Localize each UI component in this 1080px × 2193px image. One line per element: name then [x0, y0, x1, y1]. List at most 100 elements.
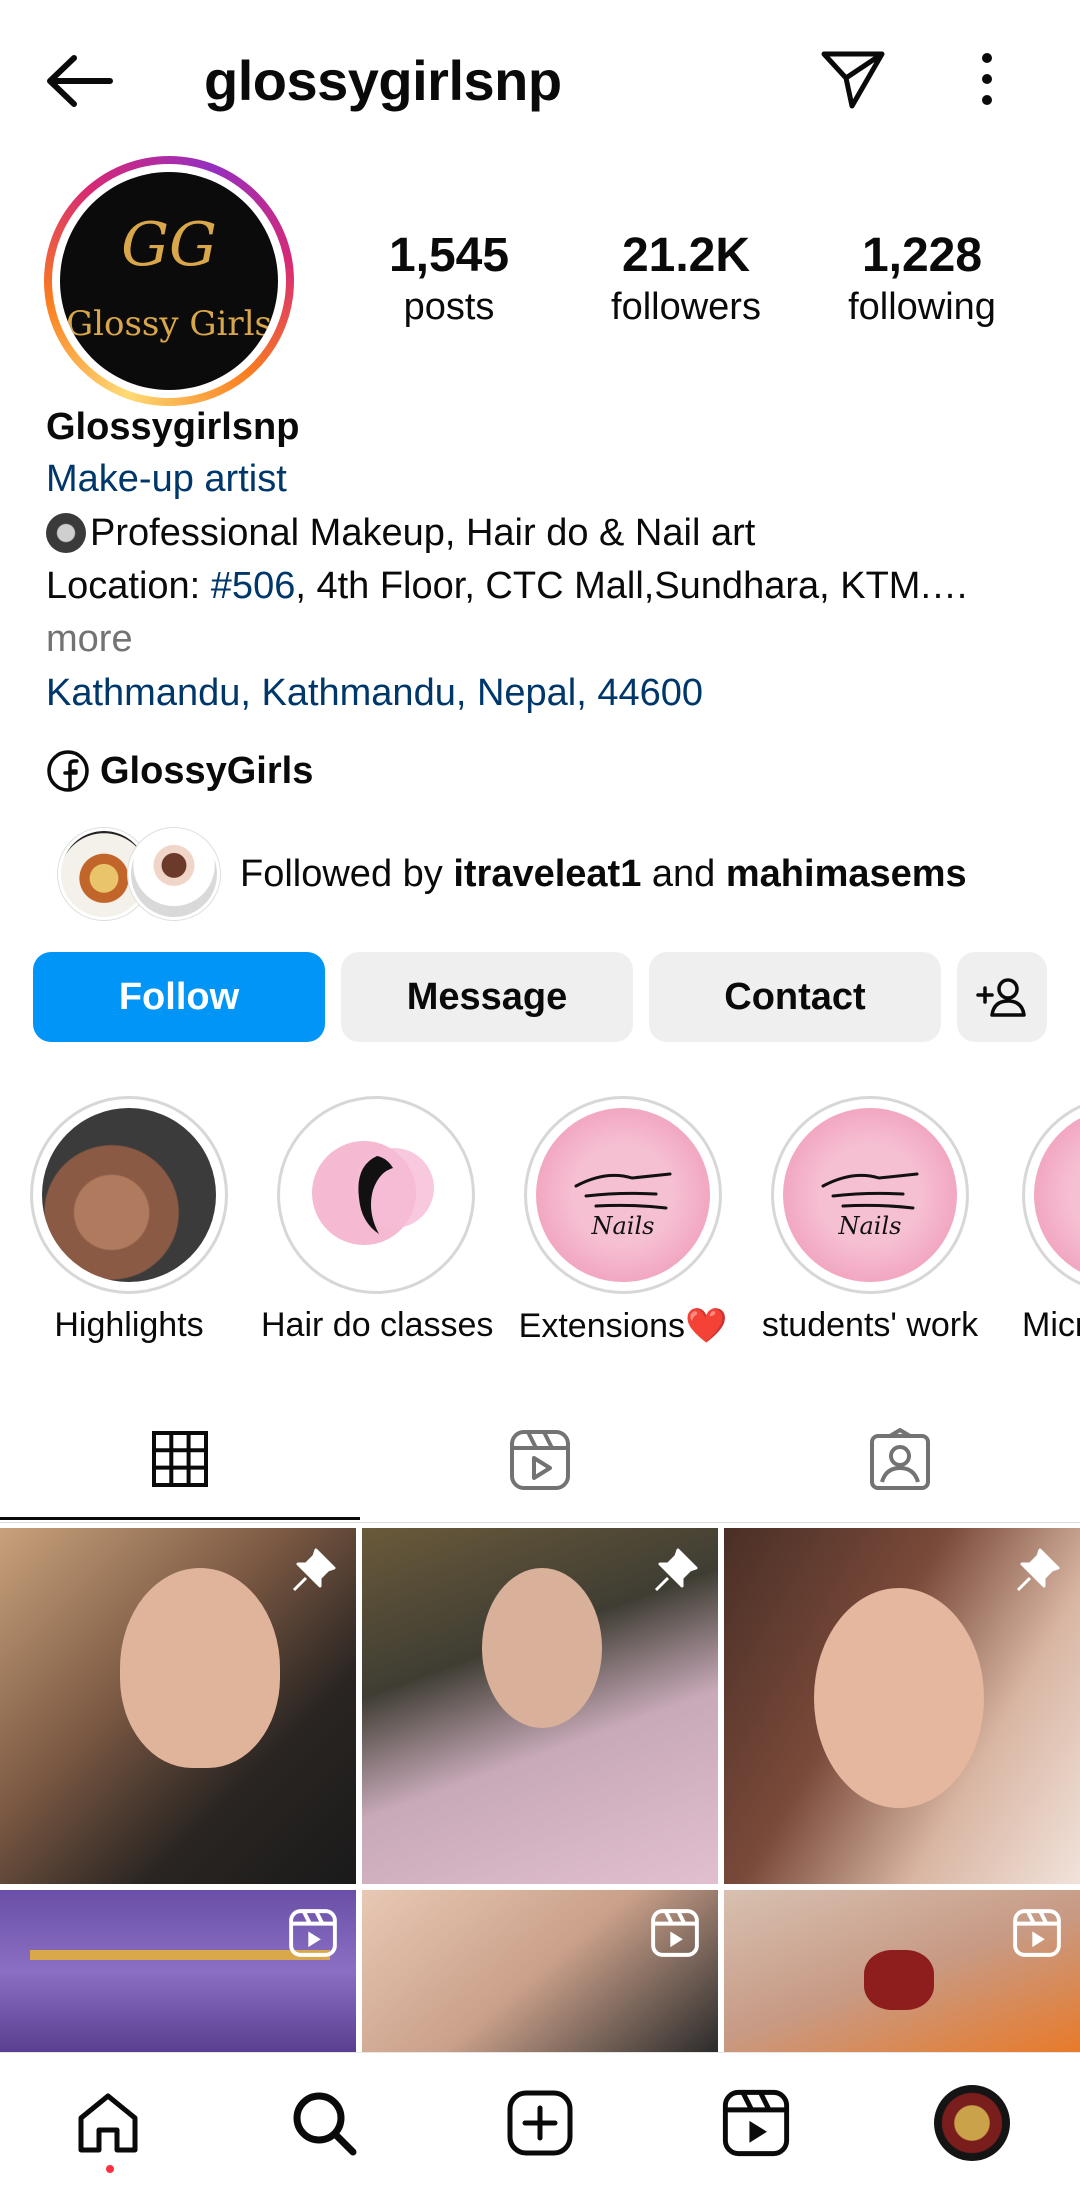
highlight-item[interactable]: Highlights: [14, 1096, 244, 1345]
tab-tagged[interactable]: [720, 1400, 1080, 1520]
post-subject: [120, 1568, 280, 1768]
followers-stat[interactable]: 21.2K followers: [586, 228, 786, 330]
pinned-post-icon: [292, 1548, 336, 1592]
post-subject: [30, 1890, 330, 1960]
message-button[interactable]: Message: [341, 952, 633, 1042]
plus-square-icon: [507, 2090, 573, 2156]
logo-text: Glossy Girls: [65, 304, 273, 344]
highlight-badge-text: Nails: [838, 1212, 902, 1240]
brand-logo: GG Glossy Girls: [60, 172, 278, 390]
tab-reels[interactable]: [360, 1400, 720, 1520]
highlight-item[interactable]: Micr: [1002, 1096, 1080, 1356]
share-profile-button[interactable]: [818, 44, 888, 114]
mutual-follower-2[interactable]: mahimasems: [726, 853, 967, 895]
post-subject: [864, 1950, 934, 2010]
nav-reels[interactable]: [706, 2073, 806, 2173]
logo-monogram: GG: [121, 210, 217, 280]
highlight-label: students' work: [761, 1306, 979, 1344]
highlight-cover: [42, 1108, 216, 1282]
profile-display-name: Glossygirlsnp: [46, 406, 300, 448]
post-thumbnail[interactable]: [362, 1528, 718, 1884]
followed-by-text: Followed by itraveleat1 and mahimasems: [240, 853, 967, 896]
highlight-label: Extensions❤️: [518, 1307, 728, 1345]
more-options-button[interactable]: [962, 44, 1012, 114]
highlight-label: Micr: [1022, 1306, 1080, 1344]
highlight-item[interactable]: Hair do classes: [261, 1096, 494, 1345]
reel-icon: [651, 1909, 699, 1957]
profile-tabs: [0, 1400, 1080, 1523]
suggested-accounts-button[interactable]: [957, 952, 1047, 1042]
post-subject: [482, 1568, 602, 1728]
nav-home[interactable]: [58, 2073, 158, 2173]
add-person-icon: [976, 978, 1026, 1017]
profile-address[interactable]: Kathmandu, Kathmandu, Nepal, 44600: [46, 670, 703, 716]
hair-silhouette-icon: [312, 1141, 434, 1245]
facebook-icon: [47, 750, 89, 792]
facebook-page-name: GlossyGirls: [100, 749, 314, 792]
back-button[interactable]: [40, 46, 120, 116]
followed-by-prefix: Followed by: [240, 852, 454, 895]
location-hashtag[interactable]: #506: [211, 565, 296, 607]
post-thumbnail[interactable]: [0, 1528, 356, 1884]
followers-count: 21.2K: [621, 229, 751, 282]
post-subject: [814, 1588, 984, 1808]
reels-icon: [510, 1430, 570, 1490]
profile-avatar[interactable]: GG Glossy Girls: [44, 156, 294, 406]
location-prefix: Location:: [46, 565, 211, 607]
tagged-person-icon: [870, 1428, 930, 1490]
nav-create[interactable]: [490, 2073, 590, 2173]
bio-more-link[interactable]: more: [46, 616, 133, 662]
tab-posts-grid[interactable]: [0, 1400, 360, 1520]
nails-hand-icon: [821, 1172, 919, 1210]
nails-hand-icon: [574, 1172, 672, 1210]
follow-button[interactable]: Follow: [33, 952, 325, 1042]
pinned-post-icon: [654, 1548, 698, 1592]
highlight-cover: Nails: [783, 1108, 957, 1282]
followed-by-and: and: [641, 852, 726, 895]
post-thumbnail[interactable]: [724, 1528, 1080, 1884]
contact-button[interactable]: Contact: [649, 952, 941, 1042]
mutual-follower-1[interactable]: itraveleat1: [453, 853, 641, 895]
posts-count: 1,545: [388, 229, 510, 282]
pinned-post-icon: [1016, 1548, 1060, 1592]
location-rest: , 4th Floor, CTC Mall,Sundhara, KTM.…: [295, 565, 970, 607]
reels-icon: [722, 2089, 790, 2157]
highlight-item[interactable]: Nails Extensions❤️: [508, 1096, 738, 1346]
reel-thumbnail[interactable]: [362, 1890, 718, 2052]
highlight-cover: [289, 1108, 463, 1282]
grid-icon: [152, 1430, 208, 1487]
notification-dot: [106, 2165, 114, 2173]
paper-plane-icon: [821, 51, 885, 109]
facebook-link[interactable]: GlossyGirls: [46, 746, 313, 796]
following-label: following: [848, 286, 996, 328]
radio-button-emoji-icon: [46, 513, 86, 553]
highlight-label: Highlights: [54, 1306, 204, 1344]
profile-username: glossygirlsnp: [204, 49, 562, 112]
followers-label: followers: [611, 286, 761, 328]
highlight-cover: [1034, 1108, 1080, 1282]
posts-label: posts: [403, 286, 495, 328]
nav-search[interactable]: [274, 2073, 374, 2173]
reel-thumbnail[interactable]: [0, 1890, 356, 2052]
reel-thumbnail[interactable]: [724, 1890, 1080, 2052]
profile-category[interactable]: Make-up artist: [46, 456, 287, 502]
highlight-item[interactable]: Nails students' work: [755, 1096, 985, 1345]
profile-header: glossygirlsnp: [0, 0, 1080, 160]
mutual-follower-avatar: [128, 828, 220, 920]
reel-icon: [1013, 1909, 1061, 1957]
mutual-followers[interactable]: Followed by itraveleat1 and mahimasems: [58, 828, 967, 920]
nav-profile[interactable]: [922, 2073, 1022, 2173]
bio-location-line: Location: #506, 4th Floor, CTC Mall,Sund…: [46, 563, 969, 609]
bio-line-text: Professional Makeup, Hair do & Nail art: [90, 512, 756, 554]
following-stat[interactable]: 1,228 following: [822, 228, 1022, 330]
highlight-badge-text: Nails: [591, 1212, 655, 1240]
arrow-left-icon: [47, 55, 113, 107]
reel-icon: [289, 1909, 337, 1957]
vertical-dots-icon: [982, 53, 992, 105]
bottom-navigation: [0, 2052, 1080, 2193]
following-count: 1,228: [861, 229, 983, 282]
home-icon: [78, 2093, 138, 2153]
bio-text-line: Professional Makeup, Hair do & Nail art: [46, 510, 755, 556]
posts-stat[interactable]: 1,545 posts: [349, 228, 549, 330]
highlight-label: Hair do classes: [261, 1306, 494, 1344]
